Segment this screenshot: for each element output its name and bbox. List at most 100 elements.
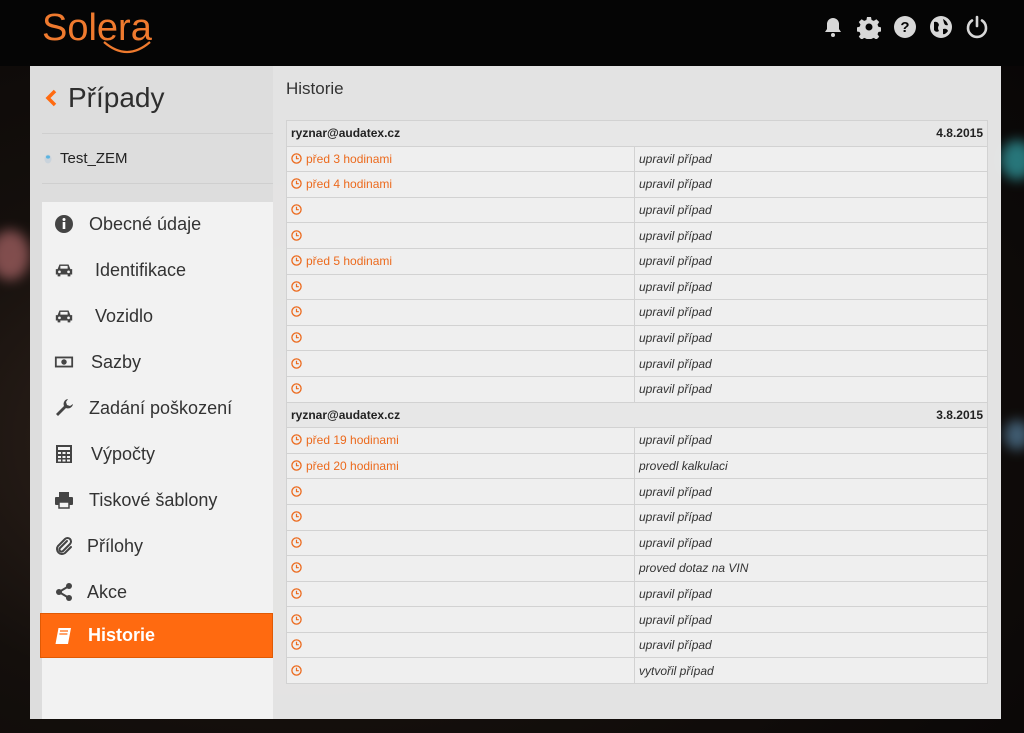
divider: [42, 133, 273, 134]
bell-icon[interactable]: [820, 14, 846, 40]
sidebar-item-label: Historie: [88, 625, 156, 645]
sidebar-item-label: Akce: [87, 581, 128, 602]
clock-icon: [291, 562, 302, 574]
action-cell: upravil případ: [634, 427, 988, 454]
table-row: upravil případ: [286, 529, 988, 557]
time-cell: před 3 hodinami: [286, 145, 635, 173]
time-cell: před 4 hodinami: [286, 171, 635, 198]
clock-icon: [291, 434, 302, 446]
group-header-cell: 4.8.2015 ryznar@audatex.cz: [286, 120, 988, 147]
group-user: ryznar@audatex.cz: [291, 407, 401, 422]
sidebar-item-vozidlo[interactable]: Vozidlo: [42, 294, 273, 338]
sidebar-item-tiskove-sablony[interactable]: Tiskové šablony: [42, 478, 273, 522]
divider: [42, 183, 273, 184]
sidebar-item-sazby[interactable]: Sazby: [42, 340, 273, 384]
chevron-left-icon: [45, 89, 57, 107]
sidebar-item-historie[interactable]: Historie: [40, 613, 273, 658]
sidebar-item-obecne-udaje[interactable]: Obecné údaje: [42, 202, 273, 246]
background-bokeh: [1004, 420, 1024, 450]
action-cell: upravil případ: [634, 606, 988, 633]
time-cell: [286, 273, 635, 301]
history-content: Historie 4.8.2015 ryznar@audatex.cz před 3…: [273, 66, 1001, 719]
action-cell: upravil případ: [634, 503, 988, 531]
back-to-cases[interactable]: Případy: [42, 82, 165, 114]
time-cell: [286, 580, 635, 608]
gear-icon[interactable]: [856, 14, 882, 40]
top-icons: ?: [820, 14, 990, 40]
time-cell: [286, 555, 635, 582]
sidebar-item-identifikace[interactable]: Identifikace: [42, 248, 273, 292]
sidebar-item-zadani-poskozeni[interactable]: Zadání poškození: [42, 386, 273, 430]
clock-icon: [291, 537, 302, 548]
table-row: před 3 hodinami upravil případ: [286, 145, 988, 173]
clock-icon: [291, 588, 302, 599]
action-cell: upravil případ: [634, 196, 988, 224]
table-row: před 5 hodinami upravil případ: [286, 247, 988, 275]
book-icon: [52, 625, 74, 647]
clock-icon: [291, 665, 302, 676]
clock-icon: [291, 281, 302, 292]
time-cell: [286, 350, 635, 377]
clock-icon: [291, 229, 302, 241]
calculator-icon: [53, 443, 75, 465]
printer-icon: [53, 489, 75, 511]
clock-icon: [291, 332, 302, 343]
table-row: před 19 hodinami upravil případ: [286, 427, 988, 454]
time-cell: [286, 299, 635, 326]
clock-icon: [291, 485, 302, 497]
clock-icon: [291, 639, 302, 650]
time-cell: před 5 hodinami: [286, 247, 635, 275]
case-name-label: Test_ZEM: [60, 150, 128, 167]
case-name: Test_ZEM: [44, 150, 128, 167]
clock-icon: [291, 178, 302, 190]
time-cell: [286, 196, 635, 224]
clock-icon: [291, 613, 302, 625]
action-cell: upravil případ: [634, 171, 988, 198]
table-row: upravil případ: [286, 631, 988, 659]
solera-logo[interactable]: Solera: [42, 6, 160, 60]
sidebar-item-label: Zadání poškození: [89, 397, 233, 418]
group-user: ryznar@audatex.cz: [291, 126, 401, 141]
time-label: před 3 hodinami: [306, 151, 393, 166]
table-row: upravil případ: [286, 273, 988, 301]
sidebar-item-label: Výpočty: [91, 443, 156, 464]
car-icon: [53, 259, 75, 281]
car-icon: [53, 305, 75, 327]
action-cell: upravil případ: [634, 145, 988, 173]
sidebar-item-akce[interactable]: Akce: [42, 570, 273, 614]
time-cell: [286, 478, 635, 505]
clock-icon: [291, 383, 302, 394]
wrench-icon: [53, 397, 75, 419]
background-bokeh: [0, 230, 30, 280]
group-header-cell: 3.8.2015 ryznar@audatex.cz: [286, 401, 988, 429]
action-cell: upravil případ: [634, 273, 988, 301]
sidebar-item-label: Obecné údaje: [89, 213, 202, 234]
sidebar-item-vypocty[interactable]: Výpočty: [42, 432, 273, 476]
group-date: 4.8.2015: [936, 126, 983, 141]
table-row: upravil případ: [286, 503, 988, 531]
sidebar-item-label: Přílohy: [87, 535, 144, 556]
power-icon[interactable]: [964, 14, 990, 40]
background-bokeh: [1000, 140, 1024, 180]
time-cell: [286, 222, 635, 249]
globe-icon[interactable]: [928, 14, 954, 40]
clock-icon: [291, 357, 302, 369]
table-row: upravil případ: [286, 478, 988, 505]
logo-text: Solera: [42, 7, 153, 49]
help-icon[interactable]: ?: [892, 14, 918, 40]
clock-icon: [291, 306, 302, 318]
table-row: upravil případ: [286, 222, 988, 249]
action-cell: upravil případ: [634, 478, 988, 505]
history-group-header: 3.8.2015 ryznar@audatex.cz: [286, 401, 988, 429]
clock-icon: [291, 255, 302, 267]
paperclip-icon: [53, 535, 75, 557]
table-row: upravil případ: [286, 606, 988, 633]
action-cell: upravil případ: [634, 222, 988, 249]
action-cell: upravil případ: [634, 350, 988, 377]
table-row: vytvořil případ: [286, 657, 988, 685]
sidebar: Případy Test_ZEM Obecné údaje Identifika…: [30, 66, 273, 719]
sidebar-item-prilohy[interactable]: Přílohy: [42, 524, 273, 568]
time-cell: před 19 hodinami: [286, 427, 635, 454]
table-row: před 4 hodinami upravil případ: [286, 171, 988, 198]
table-row: upravil případ: [286, 299, 988, 326]
